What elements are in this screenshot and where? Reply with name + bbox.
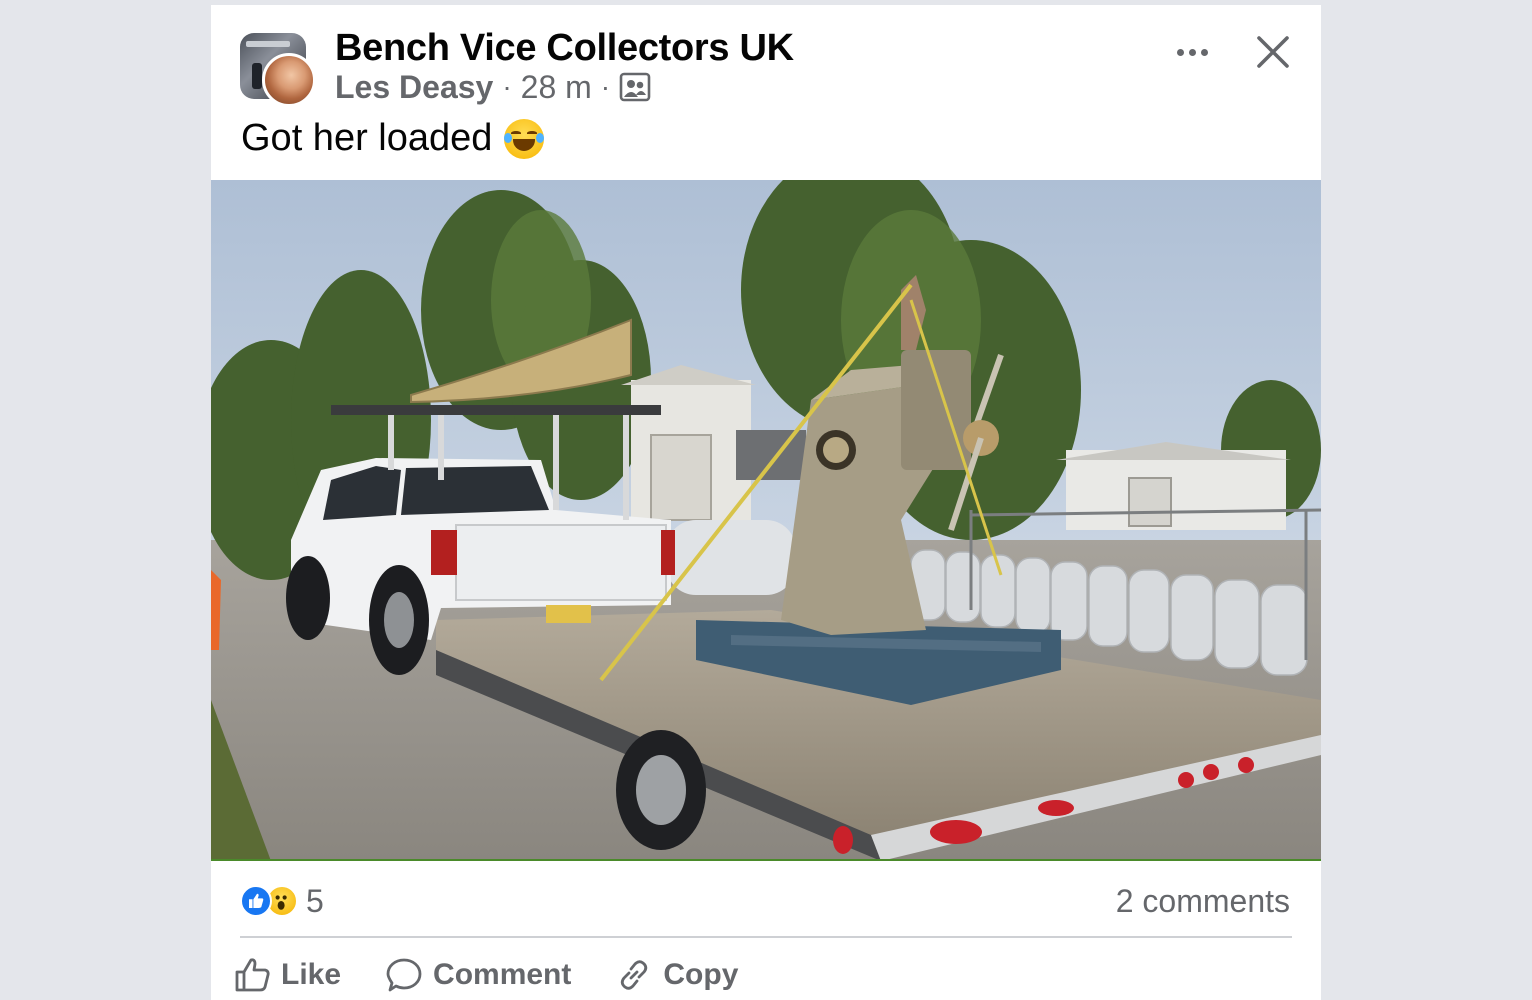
more-dot <box>1176 48 1184 56</box>
post-meta: Les Deasy · 28 m · <box>335 67 651 107</box>
face-with-tears-of-joy-icon <box>504 118 545 159</box>
comments-count[interactable]: 2 comments <box>1116 881 1290 921</box>
post-caption: Got her loaded <box>241 117 545 160</box>
link-icon <box>621 960 648 990</box>
post-time[interactable]: 28 m <box>521 69 592 106</box>
caption-text: Got her loaded <box>241 117 493 159</box>
divider <box>240 936 1292 938</box>
separator-dot: · <box>600 71 611 102</box>
copy-label: Copy <box>663 958 739 991</box>
more-dot <box>1188 48 1196 56</box>
like-reaction-icon <box>240 885 272 917</box>
post-actions: Like Comment Copy <box>233 953 782 997</box>
reactions-summary[interactable]: 5 <box>240 881 324 921</box>
post-card: Bench Vice Collectors UK Les Deasy · 28 … <box>211 5 1321 1000</box>
copy-button[interactable]: Copy <box>615 953 738 997</box>
group-members-icon[interactable] <box>619 71 651 103</box>
author-avatar[interactable] <box>262 53 316 107</box>
group-name[interactable]: Bench Vice Collectors UK <box>335 27 794 70</box>
like-button[interactable]: Like <box>233 953 341 997</box>
close-icon[interactable] <box>1251 27 1295 77</box>
separator-dot: · <box>502 71 512 102</box>
post-photo[interactable] <box>211 180 1321 861</box>
reaction-count: 5 <box>306 882 324 919</box>
comment-label: Comment <box>433 958 572 991</box>
like-label: Like <box>281 958 342 991</box>
more-options-button[interactable] <box>1167 27 1217 77</box>
thumbs-up-icon <box>235 958 270 992</box>
author-name[interactable]: Les Deasy <box>335 69 493 106</box>
comment-bubble-icon <box>386 958 422 992</box>
comment-button[interactable]: Comment <box>385 953 571 997</box>
more-dot <box>1200 48 1208 56</box>
